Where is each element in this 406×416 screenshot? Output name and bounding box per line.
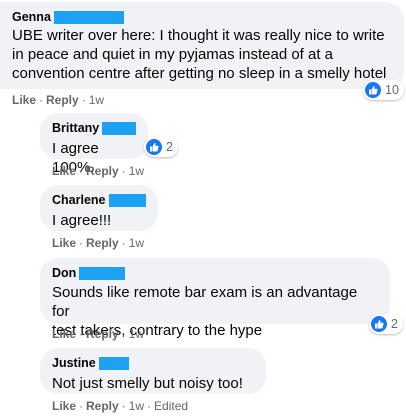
redacted-name (53, 10, 124, 24)
comment-bubble: Charlene I agree!!! (40, 185, 158, 231)
comment-bubble: Genna UBE writer over here: I thought it… (0, 2, 404, 89)
redacted-name (108, 193, 146, 207)
thumbs-up-icon (371, 316, 387, 332)
reply-link[interactable]: Reply (86, 327, 119, 341)
reaction-count-text: 10 (385, 83, 399, 97)
like-link[interactable]: Like (52, 327, 76, 341)
comment-text: UBE writer over here: I thought it was r… (12, 27, 387, 82)
thumbs-up-icon (146, 139, 162, 155)
redacted-name (98, 356, 129, 370)
like-link[interactable]: Like (12, 93, 36, 107)
reaction-count[interactable]: 10 (363, 80, 404, 100)
comment-text: Not just smelly but noisy too! (52, 375, 243, 392)
timestamp[interactable]: 1w (129, 399, 144, 413)
timestamp[interactable]: 1w (129, 164, 144, 178)
reply-link[interactable]: Reply (86, 236, 119, 250)
comment-text: I agree!!! (52, 212, 112, 229)
timestamp[interactable]: 1w (129, 236, 144, 250)
timestamp[interactable]: 1w (89, 93, 104, 107)
like-link[interactable]: Like (52, 164, 76, 178)
comment-bubble: Don Sounds like remote bar exam is an ad… (40, 258, 390, 339)
comment-actions: Like · Reply · 1w · Edited (52, 399, 189, 413)
reaction-count-text: 2 (166, 140, 173, 154)
edited-label[interactable]: Edited (154, 399, 188, 413)
redacted-name (102, 121, 136, 135)
reaction-count[interactable]: 2 (369, 314, 403, 334)
comment-bubble: Justine Not just smelly but noisy too! (40, 348, 266, 394)
like-link[interactable]: Like (52, 399, 76, 413)
comment-author[interactable]: Don (52, 265, 76, 281)
comment-actions: Like · Reply · 1w (52, 164, 145, 178)
comment-author[interactable]: Charlene (52, 192, 106, 208)
redacted-name (79, 266, 126, 280)
comment-thread: Genna UBE writer over here: I thought it… (0, 0, 406, 416)
reaction-count-text: 2 (391, 317, 398, 331)
comment-actions: Like · Reply · 1w (12, 93, 105, 107)
reply-link[interactable]: Reply (86, 399, 119, 413)
comment-actions: Like · Reply · 1w (52, 327, 145, 341)
reaction-count[interactable]: 2 (144, 137, 178, 157)
reply-link[interactable]: Reply (46, 93, 79, 107)
comment-author[interactable]: Justine (52, 355, 96, 371)
timestamp[interactable]: 1w (129, 327, 144, 341)
reply-link[interactable]: Reply (86, 164, 119, 178)
thumbs-up-icon (365, 82, 381, 98)
comment-author[interactable]: Brittany (52, 120, 99, 136)
comment-actions: Like · Reply · 1w (52, 236, 145, 250)
like-link[interactable]: Like (52, 236, 76, 250)
comment-bubble: Brittany I agree 100%. (40, 113, 148, 176)
comment-author[interactable]: Genna (12, 9, 51, 25)
